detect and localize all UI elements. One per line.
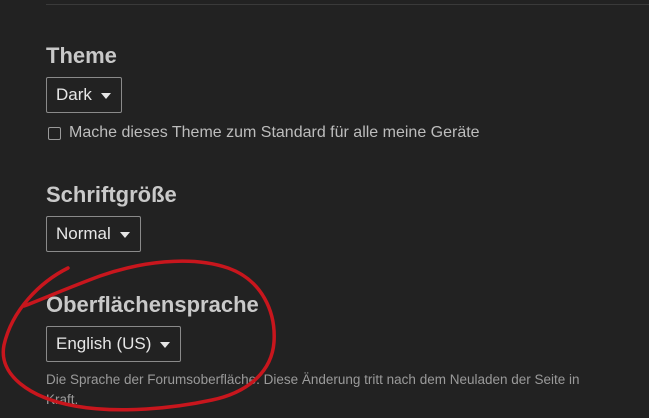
interface-language-description: Die Sprache der Forumsoberfläche. Diese … xyxy=(46,372,580,407)
theme-default-checkbox-label[interactable]: Mache dieses Theme zum Standard für alle… xyxy=(69,124,480,142)
caret-down-icon xyxy=(160,342,171,348)
caret-down-icon xyxy=(119,232,130,238)
caret-down-icon xyxy=(100,93,111,99)
font-size-dropdown[interactable]: Normal xyxy=(46,216,141,252)
interface-language-heading: Oberflächensprache xyxy=(46,292,259,317)
font-size-dropdown-value: Normal xyxy=(56,224,111,243)
preferences-interface-page: Theme Dark Mache dieses Theme zum Standa… xyxy=(0,0,649,418)
theme-heading: Theme xyxy=(46,43,117,68)
checkbox-unchecked-icon[interactable] xyxy=(48,126,61,140)
theme-default-option[interactable]: Mache dieses Theme zum Standard für alle… xyxy=(48,124,480,142)
interface-language-dropdown-value: English (US) xyxy=(56,334,152,353)
theme-dropdown[interactable]: Dark xyxy=(46,77,122,113)
theme-dropdown-value: Dark xyxy=(56,85,92,104)
font-size-heading: Schriftgröße xyxy=(46,182,177,207)
interface-language-dropdown[interactable]: English (US) xyxy=(46,326,182,362)
section-divider xyxy=(46,4,649,5)
